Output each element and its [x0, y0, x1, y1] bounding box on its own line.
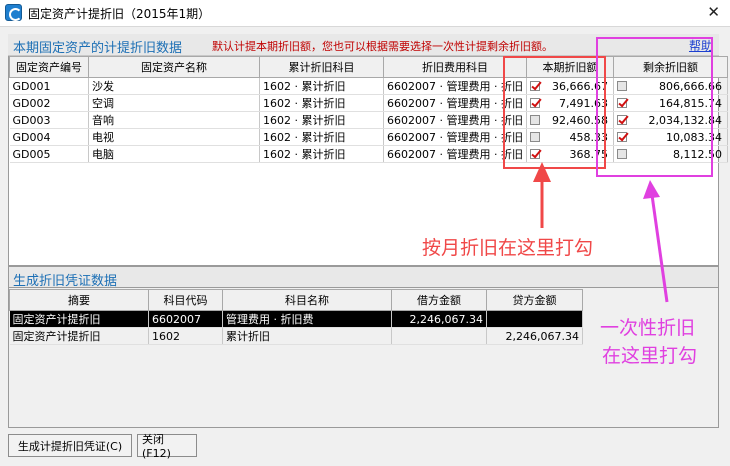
once-annotation-line2: 在这里打勾 — [602, 345, 698, 367]
voucher-row[interactable]: 固定资产计提折旧 1602 累计折旧 2,246,067.34 — [9, 327, 583, 345]
cell-account-code: 1602 — [148, 327, 223, 345]
section1-title: 本期固定资产的计提折旧数据 — [13, 41, 183, 56]
monthly-annotation: 按月折旧在这里打勾 — [422, 237, 594, 259]
cell-code: GD004 — [9, 128, 89, 146]
monthly-highlight-box — [503, 56, 606, 169]
cell-code: GD001 — [9, 77, 89, 95]
voucher-header: 摘要 科目代码 科目名称 借方金额 贷方金额 — [9, 289, 583, 311]
cell-accum: 1602 · 累计折旧 — [259, 94, 384, 112]
col-account-code[interactable]: 科目代码 — [148, 289, 223, 311]
title-bar: 固定资产计提折旧（2015年1期） ✕ — [0, 0, 730, 26]
cell-name: 电视 — [88, 128, 260, 146]
cell-account-code: 6602007 — [148, 310, 223, 328]
col-summary[interactable]: 摘要 — [9, 289, 149, 311]
cell-name: 音响 — [88, 111, 260, 129]
close-button[interactable]: 关闭(F12) — [137, 433, 197, 460]
app-e-icon — [5, 4, 22, 21]
cell-name: 空调 — [88, 94, 260, 112]
cell-accum: 1602 · 累计折旧 — [259, 77, 384, 95]
cell-account-name: 累计折旧 — [222, 327, 392, 345]
cell-name: 沙发 — [88, 77, 260, 95]
cell-credit: 2,246,067.34 — [486, 327, 583, 345]
close-icon[interactable]: ✕ — [707, 3, 720, 21]
voucher-table: 摘要 科目代码 科目名称 借方金额 贷方金额 固定资产计提折旧 6602007 管理… — [9, 289, 583, 345]
cell-debit — [391, 327, 487, 345]
col-credit[interactable]: 贷方金额 — [486, 289, 583, 311]
window-title: 固定资产计提折旧（2015年1期） — [28, 7, 211, 21]
cell-code: GD005 — [9, 145, 89, 163]
col-account-name[interactable]: 科目名称 — [222, 289, 392, 311]
generate-voucher-button[interactable]: 生成计提折旧凭证(C) — [8, 434, 132, 457]
cell-accum: 1602 · 累计折旧 — [259, 145, 384, 163]
cell-code: GD002 — [9, 94, 89, 112]
col-accum-account[interactable]: 累计折旧科目 — [259, 56, 384, 78]
cell-debit: 2,246,067.34 — [391, 310, 487, 328]
col-asset-code[interactable]: 固定资产编号 — [9, 56, 89, 78]
col-debit[interactable]: 借方金额 — [391, 289, 487, 311]
section2-title: 生成折旧凭证数据 — [13, 274, 118, 289]
cell-accum: 1602 · 累计折旧 — [259, 111, 384, 129]
cell-credit — [486, 310, 583, 328]
cell-summary: 固定资产计提折旧 — [9, 310, 149, 328]
once-annotation-line1: 一次性折旧 — [600, 317, 696, 339]
cell-account-name: 管理费用 · 折旧费 — [222, 310, 392, 328]
cell-name: 电脑 — [88, 145, 260, 163]
voucher-row[interactable]: 固定资产计提折旧 6602007 管理费用 · 折旧费 2,246,067.34 — [9, 310, 583, 328]
section2-header: 生成折旧凭证数据 — [8, 266, 719, 289]
cell-summary: 固定资产计提折旧 — [9, 327, 149, 345]
notice-text: 默认计提本期折旧额，您也可以根据需要选择一次性计提剩余折旧额。 — [212, 40, 553, 53]
cell-code: GD003 — [9, 111, 89, 129]
cell-accum: 1602 · 累计折旧 — [259, 128, 384, 146]
once-highlight-box — [596, 37, 713, 177]
col-asset-name[interactable]: 固定资产名称 — [88, 56, 260, 78]
